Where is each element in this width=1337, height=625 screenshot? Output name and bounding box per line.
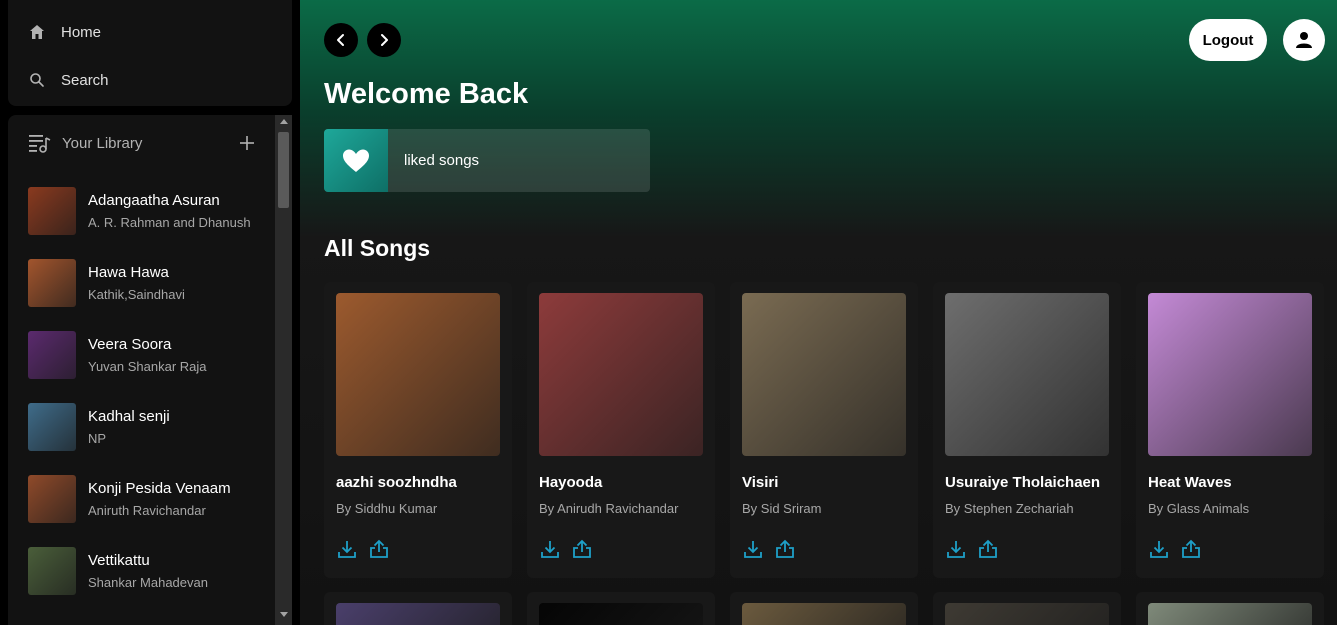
nav-home[interactable]: Home [8,8,292,56]
library-header: Your Library [8,115,292,171]
song-card[interactable] [933,592,1121,625]
chevron-left-icon [337,34,344,46]
user-icon [1296,32,1312,48]
library-item[interactable]: Adangaatha Asuran A. R. Rahman and Dhanus… [8,175,292,247]
song-cover [945,603,1109,625]
download-icon[interactable] [945,538,967,560]
song-cover [539,293,703,456]
share-icon[interactable] [368,538,390,560]
library-item[interactable]: Hawa Hawa Kathik,Saindhavi [8,247,292,319]
nav-search[interactable]: Search [8,56,292,104]
sidebar-nav: Home Search [8,0,292,106]
song-title: aazhi soozhndha [336,474,457,491]
song-artist: By Anirudh Ravichandar [539,501,679,516]
song-cover [945,293,1109,456]
liked-songs-cover [324,129,388,192]
download-icon[interactable] [742,538,764,560]
song-cover [1148,293,1312,456]
library-item-thumbnail [28,259,76,307]
song-card[interactable]: Heat Waves By Glass Animals [1136,282,1324,578]
add-icon[interactable] [238,134,256,152]
song-card[interactable]: Hayooda By Anirudh Ravichandar [527,282,715,578]
song-cover [1148,603,1312,625]
forward-button[interactable] [367,23,401,57]
liked-songs-label: liked songs [404,152,480,169]
library-item-artist: Kathik,Saindhavi [88,287,185,302]
home-icon [28,23,46,41]
liked-songs-tile[interactable]: liked songs [324,129,650,192]
song-cover [742,293,906,456]
library-title: Your Library [62,134,143,152]
song-card[interactable] [527,592,715,625]
logout-button[interactable]: Logout [1189,19,1267,61]
song-artist: By Siddhu Kumar [336,501,438,516]
song-grid: aazhi soozhndha By Siddhu Kumar Hayooda … [324,282,1324,578]
library-item-thumbnail [28,547,76,595]
song-grid-next-row [324,592,1324,625]
song-artist: By Stephen Zechariah [945,501,1074,516]
library-item-artist: Shankar Mahadevan [88,575,208,590]
app: Home Search Your Library Adangaatha Asur… [0,0,1337,625]
back-button[interactable] [324,23,358,57]
share-icon[interactable] [977,538,999,560]
scroll-up-icon[interactable] [280,119,288,124]
library-item[interactable]: Konji Pesida Venaam Aniruth Ravichandar [8,463,292,535]
search-icon [28,71,46,89]
song-card[interactable]: Usuraiye Tholaichaen By Stephen Zecharia… [933,282,1121,578]
library-item-artist: NP [88,431,107,446]
song-artist: By Sid Sriram [742,501,822,516]
share-icon[interactable] [571,538,593,560]
library-item-title: Kadhal senji [88,408,170,425]
download-icon[interactable] [539,538,561,560]
library-panel: Your Library Adangaatha Asuran A. R. Rahm… [8,115,292,625]
library-item-thumbnail [28,475,76,523]
song-cover [336,603,500,625]
library-item-thumbnail [28,403,76,451]
download-icon[interactable] [1148,538,1170,560]
scrollbar-thumb[interactable] [278,132,289,208]
song-title: Usuraiye Tholaichaen [945,474,1101,491]
heart-icon [343,149,369,172]
song-title: Visiri [742,474,779,491]
song-card[interactable] [1136,592,1324,625]
song-card[interactable] [730,592,918,625]
song-title: Hayooda [539,474,603,491]
song-cover [336,293,500,456]
library-item-title: Adangaatha Asuran [88,192,220,209]
library-item-artist: Aniruth Ravichandar [88,503,206,518]
song-cover [742,603,906,625]
section-title: All Songs [324,235,431,261]
library-item-title: Konji Pesida Venaam [88,480,231,497]
library-item-title: Hawa Hawa [88,264,169,281]
song-artist: By Glass Animals [1148,501,1250,516]
library-icon [28,131,52,155]
page-title: Welcome Back [324,78,529,110]
library-item[interactable]: Veera Soora Yuvan Shankar Raja [8,319,292,391]
library-list: Adangaatha Asuran A. R. Rahman and Dhanus… [8,171,292,607]
song-title: Heat Waves [1148,474,1232,491]
song-cover [539,603,703,625]
chevron-right-icon [381,34,388,46]
library-item[interactable]: Kadhal senji NP [8,391,292,463]
song-card[interactable]: aazhi soozhndha By Siddhu Kumar [324,282,512,578]
nav-search-label: Search [61,71,109,89]
share-icon[interactable] [774,538,796,560]
song-card[interactable] [324,592,512,625]
user-avatar-button[interactable] [1283,19,1325,61]
library-item-title: Veera Soora [88,336,172,353]
main-content: Logout Welcome Back liked songs All Song… [300,0,1337,625]
library-item-title: Vettikattu [88,552,150,569]
library-item-thumbnail [28,331,76,379]
library-item-artist: Yuvan Shankar Raja [88,359,207,374]
scroll-down-icon[interactable] [280,612,288,617]
library-item[interactable]: Vettikattu Shankar Mahadevan [8,535,292,607]
nav-home-label: Home [61,23,102,41]
library-scrollbar[interactable] [275,115,292,625]
song-card[interactable]: Visiri By Sid Sriram [730,282,918,578]
share-icon[interactable] [1180,538,1202,560]
library-item-thumbnail [28,187,76,235]
download-icon[interactable] [336,538,358,560]
library-item-artist: A. R. Rahman and Dhanush [88,215,251,230]
